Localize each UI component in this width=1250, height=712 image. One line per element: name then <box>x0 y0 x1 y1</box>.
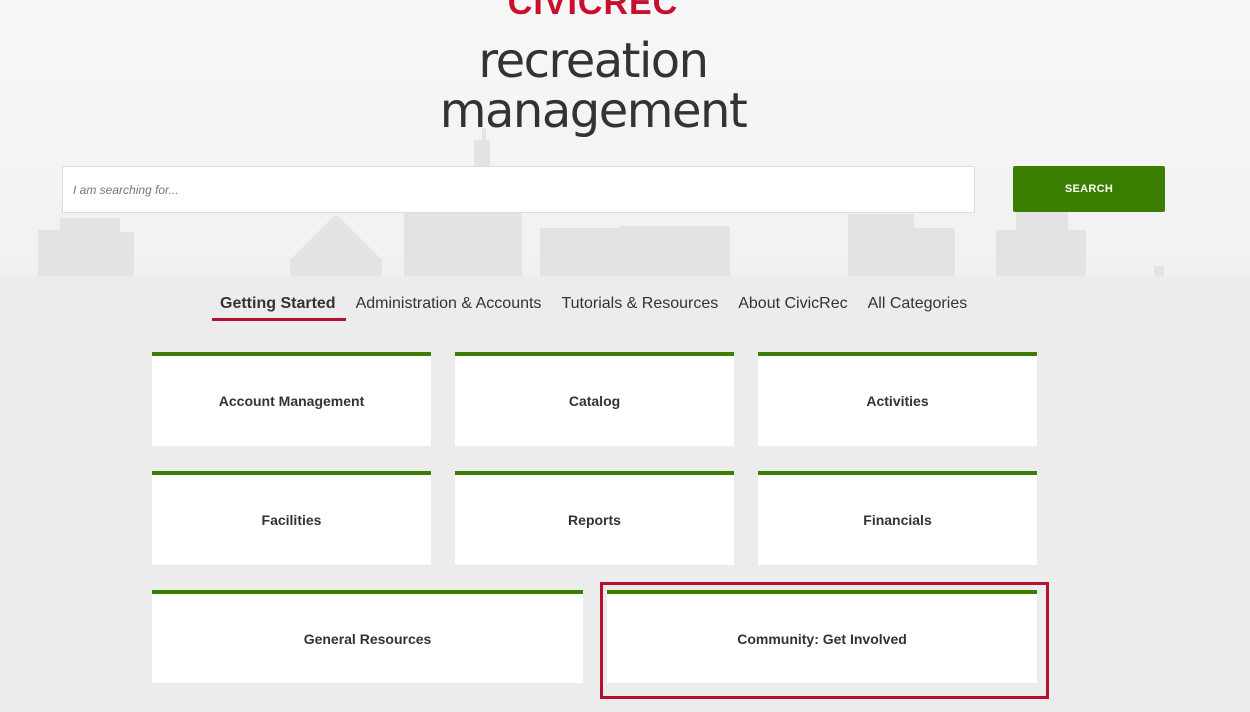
card-label: Catalog <box>568 393 621 409</box>
tab-about-civicrec[interactable]: About CivicRec <box>728 292 857 317</box>
page: CIVICREC recreation management SEARCH Ge… <box>0 0 1250 712</box>
card-catalog[interactable]: Catalog <box>455 352 734 446</box>
card-label: General Resources <box>303 630 432 647</box>
card-label: Financials <box>863 512 932 528</box>
card-facilities[interactable]: Facilities <box>152 471 431 565</box>
card-label: Facilities <box>261 512 322 528</box>
tagline-line-1: recreation <box>478 33 709 89</box>
card-label: Community: Get Involved <box>737 630 907 647</box>
card-general-resources[interactable]: General Resources <box>152 590 583 683</box>
card-activities[interactable]: Activities <box>758 352 1037 446</box>
hero-header: CIVICREC recreation management SEARCH <box>0 0 1250 276</box>
tab-tutorials-resources[interactable]: Tutorials & Resources <box>551 292 728 317</box>
tab-getting-started[interactable]: Getting Started <box>212 292 346 321</box>
tagline: recreation management <box>0 36 1186 136</box>
card-account-management[interactable]: Account Management <box>152 352 431 446</box>
tab-administration-accounts[interactable]: Administration & Accounts <box>346 292 552 317</box>
card-label: Account Management <box>218 393 365 409</box>
card-community-get-involved[interactable]: Community: Get Involved <box>607 590 1037 683</box>
card-label: Activities <box>866 393 929 409</box>
card-reports[interactable]: Reports <box>455 471 734 565</box>
category-tabs: Getting Started Administration & Account… <box>212 292 977 322</box>
search-input[interactable] <box>62 166 975 213</box>
search-button[interactable]: SEARCH <box>1013 166 1165 212</box>
tagline-line-2: management <box>439 83 748 139</box>
tab-all-categories[interactable]: All Categories <box>858 292 978 317</box>
civicrec-logo: CIVICREC <box>507 0 679 22</box>
card-financials[interactable]: Financials <box>758 471 1037 565</box>
card-label: Reports <box>568 512 621 528</box>
